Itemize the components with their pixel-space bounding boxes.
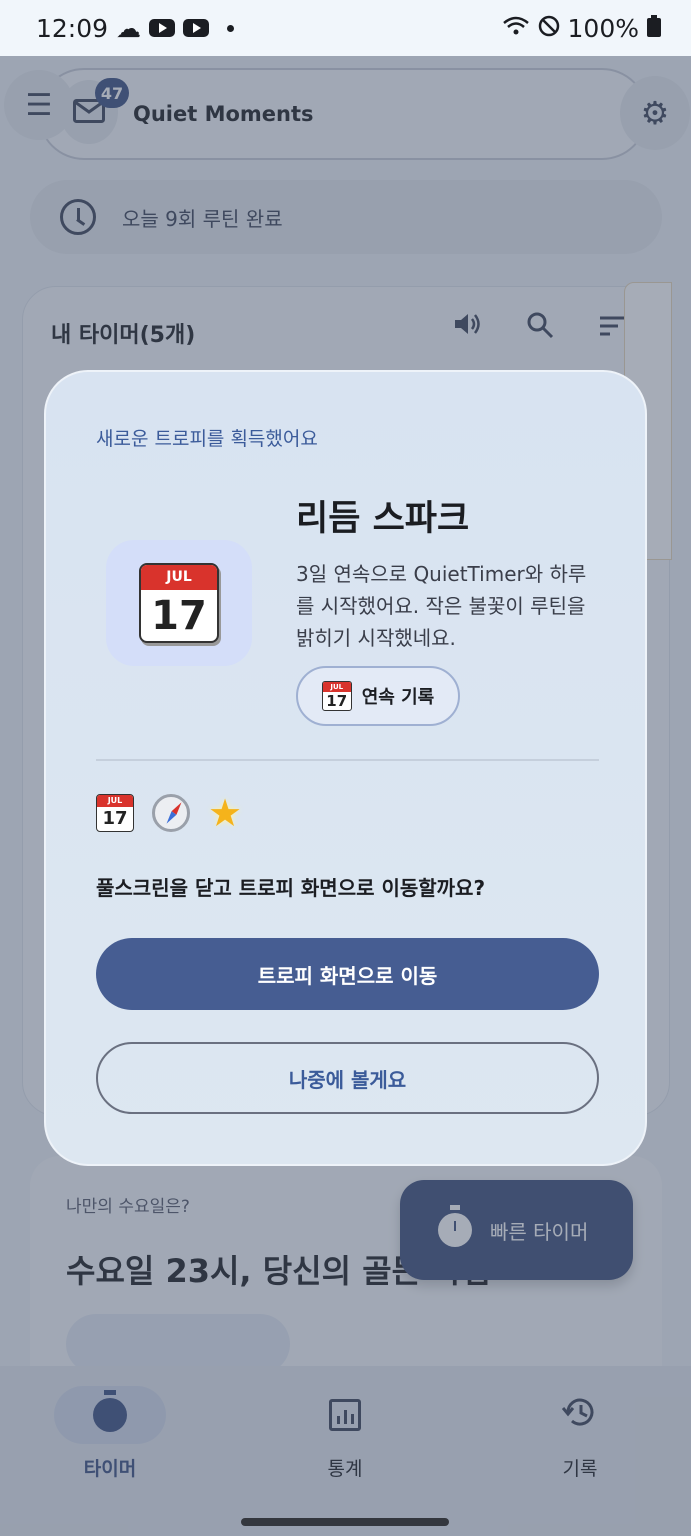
compass-badge-icon — [152, 794, 190, 832]
calendar-badge-icon: JUL 17 — [96, 794, 134, 832]
youtube-icon — [149, 19, 176, 37]
battery-percent: 100% — [567, 13, 639, 43]
divider — [96, 759, 599, 761]
dialog-question: 풀스크린을 닫고 트로피 화면으로 이동할까요? — [96, 876, 486, 900]
status-right: 100% — [502, 14, 661, 43]
youtube-icon-2 — [183, 19, 210, 37]
streak-chip-label: 연속 기록 — [361, 687, 435, 708]
later-button[interactable]: 나중에 볼게요 — [96, 1042, 599, 1114]
cloud-icon: ☁ — [116, 13, 142, 43]
trophy-dialog: 새로운 트로피를 획득했어요 JUL 17 리듬 스파크 3일 연속으로 Qui… — [44, 370, 647, 1166]
streak-chip[interactable]: JUL 17 연속 기록 — [296, 666, 460, 726]
home-indicator[interactable] — [241, 1518, 449, 1526]
dialog-subtitle: 새로운 트로피를 획득했어요 — [96, 428, 318, 450]
wifi-icon — [502, 14, 530, 43]
calendar-icon: JUL 17 — [321, 681, 352, 711]
do-not-disturb-icon — [538, 14, 560, 43]
star-badge-icon: ★ — [208, 791, 243, 835]
calendar-icon: JUL 17 — [139, 563, 219, 643]
status-left: 12:09 ☁ — [36, 13, 235, 43]
trophy-badge-row: JUL 17 ★ — [96, 794, 242, 832]
notification-dot-icon — [227, 24, 235, 32]
status-bar: 12:09 ☁ 100% — [0, 0, 691, 56]
status-time: 12:09 — [36, 13, 109, 43]
trophy-title: 리듬 스파크 — [296, 499, 470, 539]
battery-icon — [647, 14, 661, 43]
trophy-image: JUL 17 — [106, 540, 252, 666]
go-to-trophy-button[interactable]: 트로피 화면으로 이동 — [96, 938, 599, 1010]
trophy-description: 3일 연속으로 QuietTimer와 하루를 시작했어요. 작은 불꽃이 루틴… — [296, 562, 587, 650]
